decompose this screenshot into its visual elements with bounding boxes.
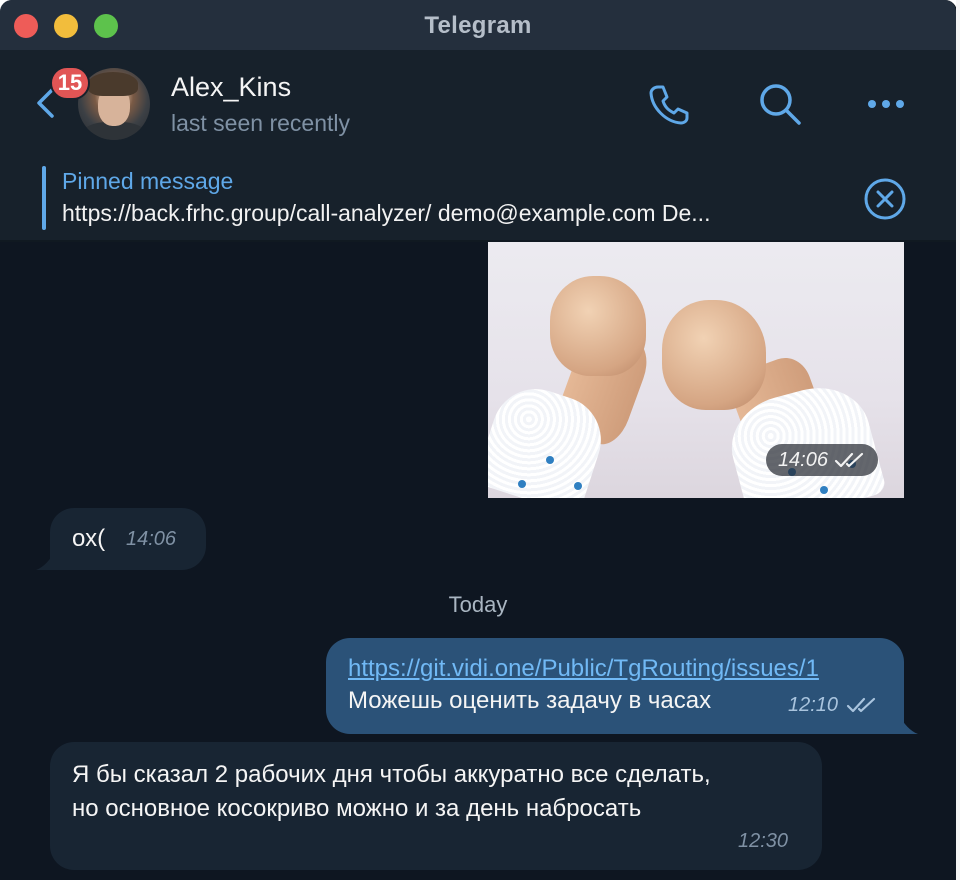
- telegram-window: Telegram 15 Alex_Kins last seen recently…: [0, 0, 957, 880]
- unread-badge: 15: [50, 66, 90, 100]
- bubble-tail: [36, 550, 56, 570]
- photo-timestamp: 14:06: [765, 444, 878, 476]
- contact-name[interactable]: Alex_Kins: [171, 72, 291, 103]
- message-text: Можешь оценить задачу в часах: [348, 687, 712, 714]
- pinned-message-bar[interactable]: Pinned message https://back.frhc.group/c…: [0, 152, 956, 242]
- incoming-message[interactable]: ох( 14:06: [50, 508, 206, 570]
- desktop-edge: [956, 0, 960, 880]
- pinned-text: https://back.frhc.group/call-analyzer/ d…: [62, 200, 711, 226]
- photo-message[interactable]: 14:06: [488, 242, 904, 498]
- double-check-icon: [846, 697, 876, 713]
- double-check-icon: [834, 452, 864, 468]
- date-separator: Today: [448, 592, 508, 617]
- incoming-message[interactable]: Я бы сказал 2 рабочих дня чтобы аккуратн…: [50, 742, 822, 870]
- phone-icon[interactable]: [644, 80, 692, 128]
- photo-time-text: 14:06: [777, 448, 828, 471]
- contact-status: last seen recently: [171, 110, 350, 136]
- bubble-tail: [898, 714, 918, 734]
- window-title: Telegram: [424, 12, 532, 39]
- chat-header: 15 Alex_Kins last seen recently: [0, 50, 956, 154]
- close-pinned-icon[interactable]: [862, 176, 908, 222]
- outgoing-message[interactable]: https://git.vidi.one/Public/TgRouting/is…: [326, 638, 904, 734]
- more-icon[interactable]: [862, 80, 910, 128]
- message-text-line2: но основное косокриво можно и за день на…: [72, 795, 642, 822]
- message-time: 12:30: [738, 830, 789, 852]
- search-icon[interactable]: [756, 80, 804, 128]
- title-bar[interactable]: Telegram: [0, 0, 956, 50]
- message-time: 14:06: [126, 528, 177, 550]
- pinned-title: Pinned message: [62, 168, 234, 194]
- message-text: ох(: [72, 525, 106, 552]
- message-list[interactable]: 14:06 ох( 14:06 Today https://git.vidi.o…: [0, 242, 956, 880]
- message-text-line1: Я бы сказал 2 рабочих дня чтобы аккуратн…: [72, 761, 711, 788]
- pinned-accent-bar: [42, 166, 46, 230]
- message-time: 12:10: [788, 694, 839, 716]
- message-link[interactable]: https://git.vidi.one/Public/TgRouting/is…: [348, 652, 819, 686]
